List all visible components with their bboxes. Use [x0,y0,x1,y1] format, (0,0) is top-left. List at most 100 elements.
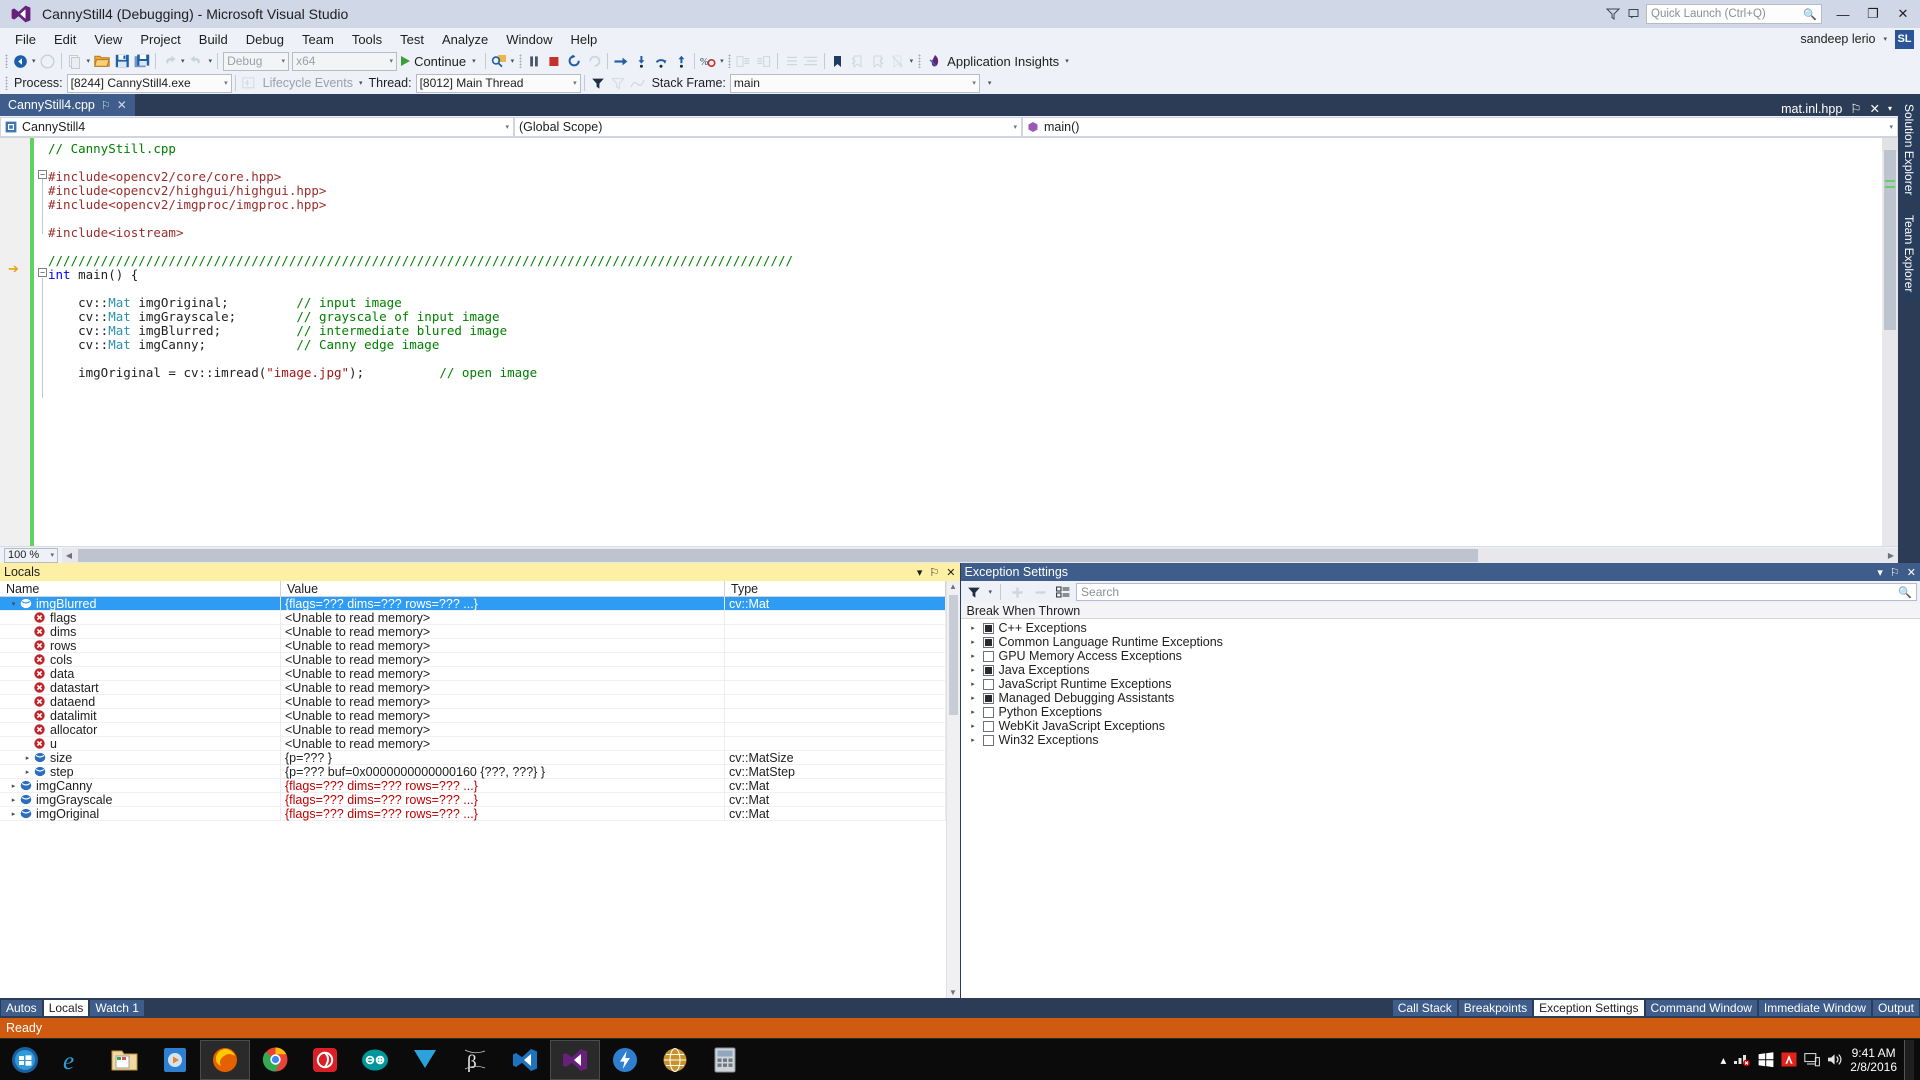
preview-tab-pin-icon[interactable]: ⚐ [1850,101,1861,116]
exception-checkbox[interactable] [982,734,994,746]
utorrent-icon[interactable] [400,1040,450,1080]
bottom-tab-exception-settings[interactable]: Exception Settings [1534,1000,1644,1016]
list-item[interactable]: ▸ GPU Memory Access Exceptions [961,649,1920,663]
table-row[interactable]: ▸ size {p=??? } cv::MatSize [0,750,946,765]
exception-search-input[interactable]: Search 🔍 [1076,583,1917,601]
member-select[interactable]: main() ▾ [1022,116,1898,137]
step-over-icon[interactable] [651,51,671,71]
add-exception-icon[interactable] [1007,582,1027,602]
menu-item-debug[interactable]: Debug [237,30,293,49]
visual-studio-2015-icon[interactable] [550,1039,600,1080]
expand-arrow-icon[interactable]: ▸ [969,666,978,674]
locals-cell-type[interactable]: cv::Mat [725,806,946,821]
locals-cell-type[interactable]: cv::Mat [725,597,946,611]
restore-defaults-icon[interactable] [1053,582,1073,602]
toolbar-grip-2[interactable] [516,53,524,69]
expand-arrow-icon[interactable]: ▸ [969,736,978,744]
quick-launch-input[interactable]: Quick Launch (Ctrl+Q) 🔍 [1646,4,1822,24]
locals-cell-type[interactable] [725,708,946,723]
save-all-icon[interactable] [132,51,152,71]
notifications-icon[interactable] [1624,3,1646,25]
navigate-backward-caret-icon[interactable]: ▾ [30,57,38,65]
locals-cell-type[interactable] [725,666,946,681]
table-row[interactable]: ▸ imgGrayscale {flags=??? dims=??? rows=??… [0,792,946,807]
menu-item-analyze[interactable]: Analyze [433,30,497,49]
table-row[interactable]: ▸ imgOriginal {flags=??? dims=??? rows=???… [0,806,946,821]
locals-cell-value[interactable]: <Unable to read memory> [281,736,725,751]
network-error-icon[interactable] [1733,1052,1751,1067]
table-row[interactable]: datalimit <Unable to read memory> [0,708,946,723]
restart-icon[interactable] [564,51,584,71]
flag-threads-icon[interactable] [628,73,648,93]
locals-cell-type[interactable]: cv::MatStep [725,764,946,779]
scroll-right-icon[interactable]: ▶ [1884,551,1898,560]
locals-vertical-scrollbar[interactable]: ▲ ▼ [945,581,960,998]
locals-column-value[interactable]: Value [281,581,725,596]
new-project-caret-icon[interactable]: ▾ [85,57,93,65]
locals-cell-value[interactable]: <Unable to read memory> [281,624,725,639]
volume-icon[interactable] [1827,1052,1843,1067]
preview-tab-label[interactable]: mat.inl.hpp [1781,102,1842,116]
menu-item-help[interactable]: Help [562,30,607,49]
locals-cell-value[interactable]: {flags=??? dims=??? rows=??? ...} [281,597,725,611]
dock-tab-team-explorer[interactable]: Team Explorer [1899,209,1919,299]
locals-cell-value[interactable]: <Unable to read memory> [281,638,725,653]
locals-cell-value[interactable]: <Unable to read memory> [281,708,725,723]
editor-horizontal-scrollbar[interactable]: ◀ ▶ [62,547,1898,563]
redo-icon[interactable] [187,51,207,71]
stop-debugging-icon[interactable] [544,51,564,71]
account-name[interactable]: sandeep lerio [1800,32,1875,46]
locals-cell-value[interactable]: <Unable to read memory> [281,722,725,737]
locals-rows-container[interactable]: ▾ imgBlurred {flags=??? dims=??? rows=??? … [0,597,946,998]
increase-indent-icon[interactable] [801,51,821,71]
chevron-down-icon[interactable]: ▾ [1063,57,1071,65]
show-next-statement-icon[interactable] [611,51,631,71]
display-icon[interactable] [1804,1052,1821,1067]
locals-cell-name[interactable]: ▸ imgCanny [0,778,281,793]
table-row[interactable]: u <Unable to read memory> [0,736,946,751]
editor-vertical-scrollbar[interactable] [1882,138,1898,546]
toolbar-grip-3[interactable] [726,53,734,69]
collapse-icon[interactable]: − [38,170,47,179]
list-item[interactable]: ▸ WebKit JavaScript Exceptions [961,719,1920,733]
hex-display-icon[interactable]: % [698,51,718,71]
start-orb-icon[interactable] [0,1040,50,1080]
bottom-tab-watch-1[interactable]: Watch 1 [90,1000,144,1016]
windows-store-icon[interactable] [1758,1052,1774,1067]
locals-cell-type[interactable] [725,694,946,709]
toolbar-grip[interactable] [2,53,10,69]
table-row[interactable]: allocator <Unable to read memory> [0,722,946,737]
zoom-level-select[interactable]: 100 % ▾ [4,547,58,563]
expand-arrow-icon[interactable]: ▸ [8,810,19,818]
lifecycle-caret-icon[interactable]: ▾ [357,79,365,87]
expand-arrow-icon[interactable]: ▸ [8,796,19,804]
exception-rows-container[interactable]: ▸ C++ Exceptions ▸ Common Language Runtime … [960,619,1920,998]
locals-cell-name[interactable]: datalimit [0,708,281,723]
list-item[interactable]: ▸ Java Exceptions [961,663,1920,677]
redo-caret-icon[interactable]: ▾ [207,57,215,65]
code-surface[interactable]: // CannyStill.cpp #include<opencv2/core/… [34,138,1882,546]
table-row[interactable]: dims <Unable to read memory> [0,624,946,639]
chevron-down-icon[interactable]: ▾ [1877,566,1883,579]
pin-icon[interactable]: ⚐ [101,99,111,112]
table-row[interactable]: ▸ imgCanny {flags=??? dims=??? rows=??? ..… [0,778,946,793]
table-row[interactable]: flags <Unable to read memory> [0,610,946,625]
menu-item-test[interactable]: Test [391,30,433,49]
locals-cell-name[interactable]: cols [0,652,281,667]
previous-bookmark-icon[interactable] [848,51,868,71]
expand-arrow-icon[interactable]: ▸ [969,722,978,730]
undo-caret-icon[interactable]: ▾ [179,57,187,65]
locals-cell-name[interactable]: rows [0,638,281,653]
file-explorer-icon[interactable] [100,1040,150,1080]
remove-exception-icon[interactable] [1030,582,1050,602]
dock-tab-solution-explorer[interactable]: Solution Explorer [1899,98,1919,202]
minimize-button[interactable]: — [1828,0,1858,28]
stack-frame-select[interactable]: main ▾ [729,73,980,93]
bottom-tab-command-window[interactable]: Command Window [1645,1000,1757,1016]
locals-cell-type[interactable] [725,680,946,695]
decrease-indent-icon[interactable] [781,51,801,71]
close-icon[interactable]: ✕ [117,98,127,112]
navigate-forward-icon[interactable] [38,51,58,71]
menu-item-window[interactable]: Window [497,30,561,49]
expand-arrow-icon[interactable]: ▸ [22,768,33,776]
